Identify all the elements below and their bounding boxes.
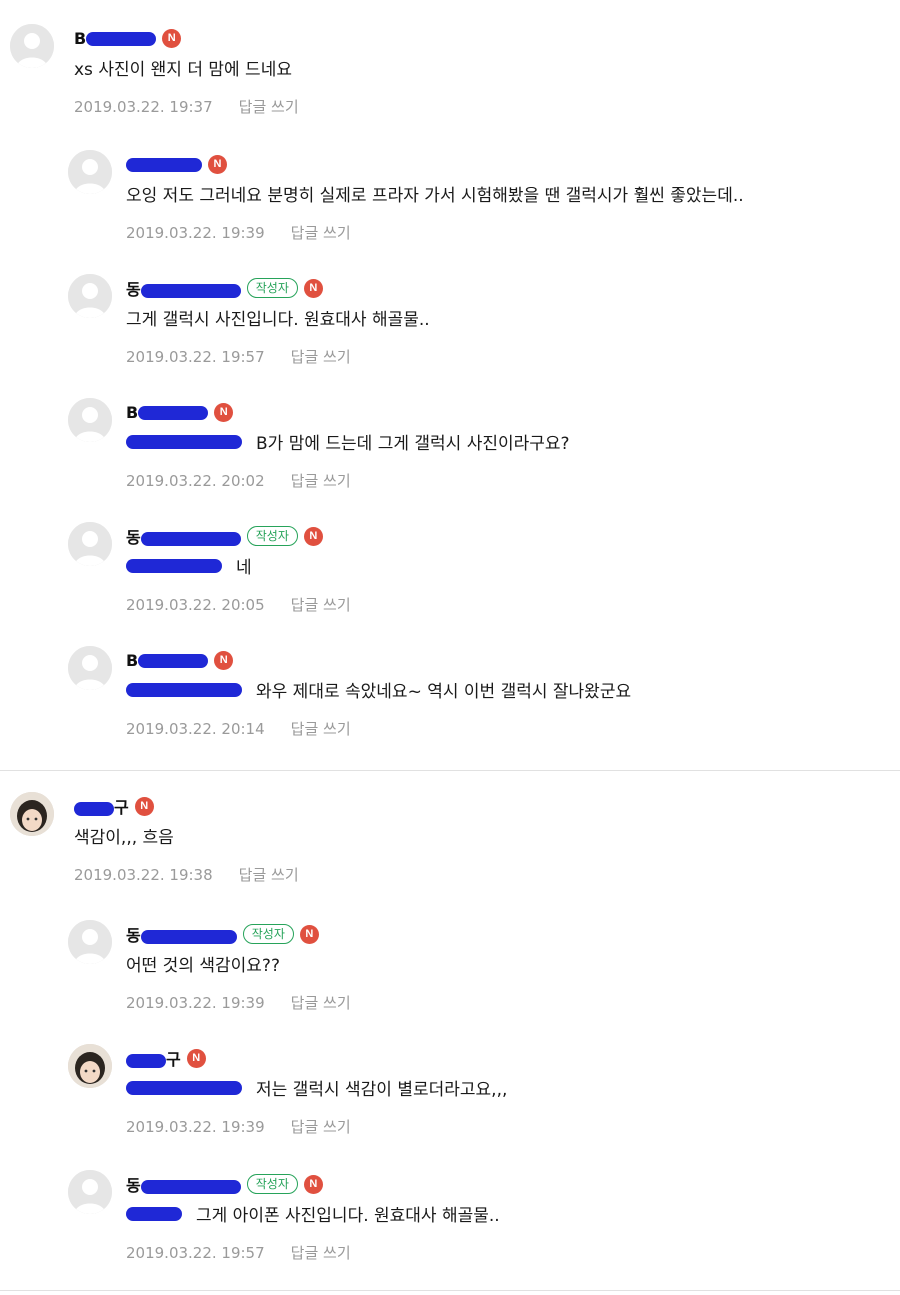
redaction-mark (86, 32, 157, 46)
thread-divider (0, 770, 900, 771)
new-badge: N (214, 650, 234, 670)
comment-author[interactable]: 동 (126, 276, 241, 300)
redaction-mark (140, 1179, 241, 1194)
comment-date: 2019.03.22. 20:05 (126, 596, 265, 614)
reply-link[interactable]: 답글 쓰기 (291, 224, 351, 242)
comment-date: 2019.03.22. 19:37 (74, 98, 213, 116)
profile-photo-icon[interactable] (68, 1044, 112, 1088)
reply-link[interactable]: 답글 쓰기 (291, 348, 351, 366)
comment-author[interactable]: B (126, 403, 209, 422)
comment-author[interactable]: 구 (74, 794, 129, 818)
comment-author[interactable] (126, 155, 202, 174)
new-badge: N (186, 1048, 206, 1068)
redaction-mark (140, 283, 241, 298)
comment-text: 그게 갤럭시 사진입니다. 원효대사 해골물.. (126, 310, 430, 330)
profile-photo-icon[interactable] (10, 792, 54, 836)
redaction-mark (126, 158, 202, 172)
author-badge: 작성자 (246, 1174, 298, 1194)
comment-text: 그게 아이폰 사진입니다. 원효대사 해골물.. (196, 1206, 500, 1226)
comment-author[interactable]: B (74, 29, 157, 48)
new-badge: N (134, 796, 154, 816)
default-avatar-icon[interactable] (68, 920, 112, 964)
comment-text: 색감이,,, 흐음 (74, 828, 174, 848)
default-avatar-icon[interactable] (68, 150, 112, 194)
comment-date: 2019.03.22. 19:57 (126, 1244, 265, 1262)
comment-text: 저는 갤럭시 색감이 별로더라고요,,, (256, 1080, 508, 1100)
mention-tag[interactable] (126, 683, 242, 697)
comment-text: 네 (236, 558, 252, 578)
new-badge: N (303, 278, 323, 298)
comment-author[interactable]: 동 (126, 922, 237, 946)
redaction-mark (140, 531, 241, 546)
reply-link[interactable]: 답글 쓰기 (291, 596, 351, 614)
reply-link[interactable]: 답글 쓰기 (291, 1244, 351, 1262)
comment-text: xs 사진이 왠지 더 맘에 드네요 (74, 60, 292, 80)
author-badge: 작성자 (242, 924, 294, 944)
reply-link[interactable]: 답글 쓰기 (291, 1118, 351, 1136)
reply-link[interactable]: 답글 쓰기 (239, 98, 299, 116)
comment-text: 어떤 것의 색감이요?? (126, 956, 280, 976)
mention-tag[interactable] (126, 435, 242, 449)
default-avatar-icon[interactable] (10, 24, 54, 68)
default-avatar-icon[interactable] (68, 1170, 112, 1214)
comment-author[interactable]: 동 (126, 1172, 241, 1196)
new-badge: N (162, 28, 182, 48)
reply-link[interactable]: 답글 쓰기 (239, 866, 299, 884)
default-avatar-icon[interactable] (68, 522, 112, 566)
comment-date: 2019.03.22. 19:39 (126, 994, 265, 1012)
mention-tag[interactable] (126, 1207, 182, 1221)
redaction-mark (138, 654, 209, 668)
comment-date: 2019.03.22. 19:39 (126, 1118, 265, 1136)
comment-text: 와우 제대로 속았네요~ 역시 이번 갤럭시 잘나왔군요 (256, 682, 632, 702)
redaction-mark (126, 435, 242, 449)
mention-tag[interactable] (126, 559, 222, 573)
author-badge: 작성자 (246, 526, 298, 546)
new-badge: N (303, 1174, 323, 1194)
author-badge: 작성자 (246, 278, 298, 298)
comment-date: 2019.03.22. 19:39 (126, 224, 265, 242)
comment-author[interactable]: 동 (126, 524, 241, 548)
reply-link[interactable]: 답글 쓰기 (291, 994, 351, 1012)
redaction-mark (126, 1207, 182, 1221)
mention-tag[interactable] (126, 1081, 242, 1095)
new-badge: N (214, 402, 234, 422)
comment-author[interactable]: B (126, 651, 209, 670)
redaction-mark (140, 929, 237, 944)
comment-date: 2019.03.22. 19:57 (126, 348, 265, 366)
new-badge: N (299, 924, 319, 944)
comment-date: 2019.03.22. 20:14 (126, 720, 265, 738)
comment-date: 2019.03.22. 19:38 (74, 866, 213, 884)
redaction-mark (74, 801, 114, 816)
redaction-mark (126, 683, 242, 697)
new-badge: N (303, 526, 323, 546)
bottom-divider (0, 1290, 900, 1291)
default-avatar-icon[interactable] (68, 398, 112, 442)
comment-author[interactable]: 구 (126, 1046, 181, 1070)
redaction-mark (126, 1081, 242, 1095)
default-avatar-icon[interactable] (68, 646, 112, 690)
redaction-mark (138, 406, 209, 420)
reply-link[interactable]: 답글 쓰기 (291, 720, 351, 738)
new-badge: N (208, 154, 227, 174)
redaction-mark (126, 1053, 166, 1068)
redaction-mark (126, 559, 222, 573)
comment-date: 2019.03.22. 20:02 (126, 472, 265, 490)
comment-text: B가 맘에 드는데 그게 갤럭시 사진이라구요? (256, 434, 570, 454)
comment-text: 오잉 저도 그러네요 분명히 실제로 프라자 가서 시험해봤을 땐 갤럭시가 훨… (126, 186, 744, 206)
default-avatar-icon[interactable] (68, 274, 112, 318)
reply-link[interactable]: 답글 쓰기 (291, 472, 351, 490)
